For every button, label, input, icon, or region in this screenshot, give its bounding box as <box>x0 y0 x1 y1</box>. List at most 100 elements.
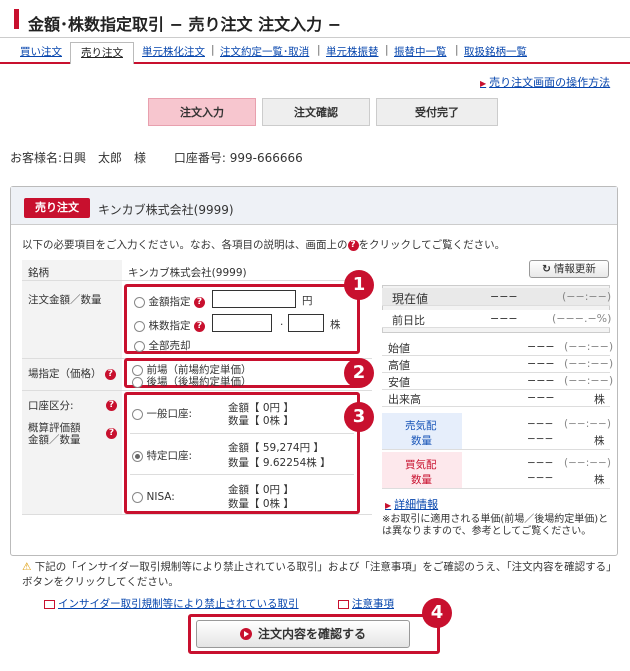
quote-prev: 前日比 −−− (−−−.−%) <box>382 310 612 328</box>
tab-order-list[interactable]: 注文約定一覧･取消 <box>220 44 309 59</box>
bid-label: 買気配 <box>405 459 437 471</box>
quote-volume: 出来高 −−− 株 <box>382 389 610 407</box>
help-link[interactable]: ▶ 売り注文画面の操作方法 <box>480 74 610 90</box>
general-radio[interactable] <box>132 408 143 420</box>
security-label: 銘柄 <box>28 267 49 279</box>
marker-4: 4 <box>422 598 452 628</box>
tab-unit-share-order[interactable]: 単元株化注文 <box>142 44 205 59</box>
divider <box>22 280 372 281</box>
shares-decimal-input[interactable] <box>288 314 324 332</box>
general-label: 一般口座: <box>146 408 193 420</box>
tab-securities-list[interactable]: 取扱銘柄一覧 <box>464 44 527 59</box>
ask-unit: 株 <box>594 435 605 447</box>
step-confirm: 注文確認 <box>262 98 370 126</box>
afternoon-option[interactable]: 後場（後場約定単価） <box>132 374 252 389</box>
amount-option[interactable]: 金額指定 ? <box>134 294 205 309</box>
refresh-button[interactable]: ↻ 情報更新 <box>529 260 609 278</box>
insider-link-label: インサイダー取引規制等により禁止されている取引 <box>58 598 299 610</box>
tab-transfer-list[interactable]: 振替中一覧 <box>394 44 447 59</box>
low-value: −−− <box>527 374 555 387</box>
current-value: −−− <box>490 290 518 303</box>
instruction-text: 以下の必要項目をご入力ください。なお、各項目の説明は、画面上の? をクリックしてご… <box>22 237 505 252</box>
specific-amount: 金額【 59,274円 】 <box>228 442 324 454</box>
document-icon <box>44 599 55 609</box>
help-icon[interactable]: ? <box>194 320 205 332</box>
customer-name-label: お客様名: <box>10 151 63 165</box>
shares-int-input[interactable] <box>212 314 272 332</box>
prev-percent: (−−−.−%) <box>552 312 612 325</box>
yen-unit: 円 <box>302 295 313 307</box>
tab-bar: 買い注文 売り注文 単元株化注文 | 注文約定一覧･取消 | 単元株振替 | 振… <box>0 42 630 64</box>
help-icon[interactable]: ? <box>106 400 117 411</box>
warning-notice: ⚠ 下記の「インサイダー取引規制等により禁止されている取引」および「注意事項」を… <box>22 560 612 590</box>
quote-current: 現在値 −−− (−−:−−) <box>382 288 611 306</box>
instruction-post: をクリックしてご覧ください。 <box>358 239 506 251</box>
volume-value: −−− <box>527 391 555 404</box>
help-icon[interactable]: ? <box>106 428 117 439</box>
title-accent <box>14 9 19 29</box>
ask-quantity: −−− <box>527 433 554 445</box>
instruction-pre: 以下の必要項目をご入力ください。なお、各項目の説明は、画面上の <box>22 239 348 251</box>
low-time: (−−:−−) <box>564 374 614 387</box>
security-value: キンカブ株式会社(9999) <box>128 267 247 279</box>
quote-high: 高値 −−− (−−:−−) <box>382 355 614 373</box>
bid-quantity: −−− <box>527 472 554 484</box>
bid-time: (−−:−−) <box>564 457 611 469</box>
help-icon[interactable]: ? <box>194 296 205 308</box>
divider <box>130 474 354 475</box>
general-account-option[interactable]: 一般口座: <box>132 406 192 421</box>
refresh-icon: ↻ <box>542 263 551 275</box>
specific-quantity: 数量【 9.62254株 】 <box>228 457 331 469</box>
customer-name: 日興 太郎 様 <box>62 151 147 165</box>
bid-value: −−− <box>527 457 554 469</box>
amount-radio[interactable] <box>134 296 145 308</box>
help-icon: ? <box>347 239 359 251</box>
ask-qty-label: 数量 <box>411 435 432 447</box>
divider <box>22 390 372 391</box>
amount-input[interactable] <box>212 290 296 308</box>
nisa-radio[interactable] <box>132 491 143 503</box>
step-complete: 受付完了 <box>376 98 498 126</box>
help-icon[interactable]: ? <box>104 368 116 380</box>
shares-radio[interactable] <box>134 320 145 332</box>
account-type-label: 口座区分: <box>28 400 74 412</box>
caution-link[interactable]: 注意事項 <box>338 596 394 611</box>
specific-label: 特定口座: <box>146 450 193 462</box>
afternoon-radio[interactable] <box>132 376 143 388</box>
refresh-button-label: 情報更新 <box>553 263 596 275</box>
insider-trading-link[interactable]: インサイダー取引規制等により禁止されている取引 <box>44 596 299 611</box>
ask-time: (−−:−−) <box>564 418 611 430</box>
market-label: 場指定（価格） ? <box>28 366 116 381</box>
shares-option[interactable]: 株数指定 ? <box>134 318 205 333</box>
account-number-label: 口座番号: <box>173 151 226 165</box>
marker-2: 2 <box>344 358 374 388</box>
tab-separator: | <box>385 44 389 56</box>
divider <box>130 433 354 434</box>
high-time: (−−:−−) <box>564 357 614 370</box>
amount-option-label: 金額指定 <box>148 296 191 308</box>
nisa-amount: 金額【 0円 】 <box>228 484 294 496</box>
warning-text: 下記の「インサイダー取引規制等により禁止されている取引」および「注意事項」をご確… <box>22 561 612 588</box>
sell-all-radio[interactable] <box>134 340 145 352</box>
arrow-icon: ▶ <box>480 79 487 88</box>
tab-unit-transfer[interactable]: 単元株振替 <box>326 44 379 59</box>
quote-low: 安値 −−− (−−:−−) <box>382 372 614 390</box>
tab-buy-order[interactable]: 買い注文 <box>20 44 62 59</box>
specific-account-option[interactable]: 特定口座: <box>132 448 192 463</box>
specific-radio[interactable] <box>132 450 143 462</box>
customer-info: お客様名:日興 太郎 様 口座番号: 999-666666 <box>10 149 303 166</box>
low-label: 安値 <box>388 376 410 389</box>
tab-separator: | <box>317 44 321 56</box>
price-note: ※お取引に適用される単価(前場／後場約定単価)とは異なりますので、参考としてご覧… <box>382 514 609 537</box>
divider <box>382 488 610 489</box>
shares-option-label: 株数指定 <box>148 320 191 332</box>
ask-label: 売気配 <box>405 420 437 432</box>
afternoon-label: 後場（後場約定単価） <box>146 376 252 388</box>
tab-sell-order[interactable]: 売り注文 <box>70 42 134 64</box>
sell-all-option[interactable]: 全部売却 <box>134 338 191 353</box>
detail-info-link[interactable]: ▶ 詳細情報 <box>385 496 438 512</box>
nisa-label: NISA: <box>146 491 175 503</box>
nisa-account-option[interactable]: NISA: <box>132 490 175 503</box>
prev-label: 前日比 <box>392 314 425 327</box>
confirm-order-button[interactable]: 注文内容を確認する <box>196 620 410 648</box>
